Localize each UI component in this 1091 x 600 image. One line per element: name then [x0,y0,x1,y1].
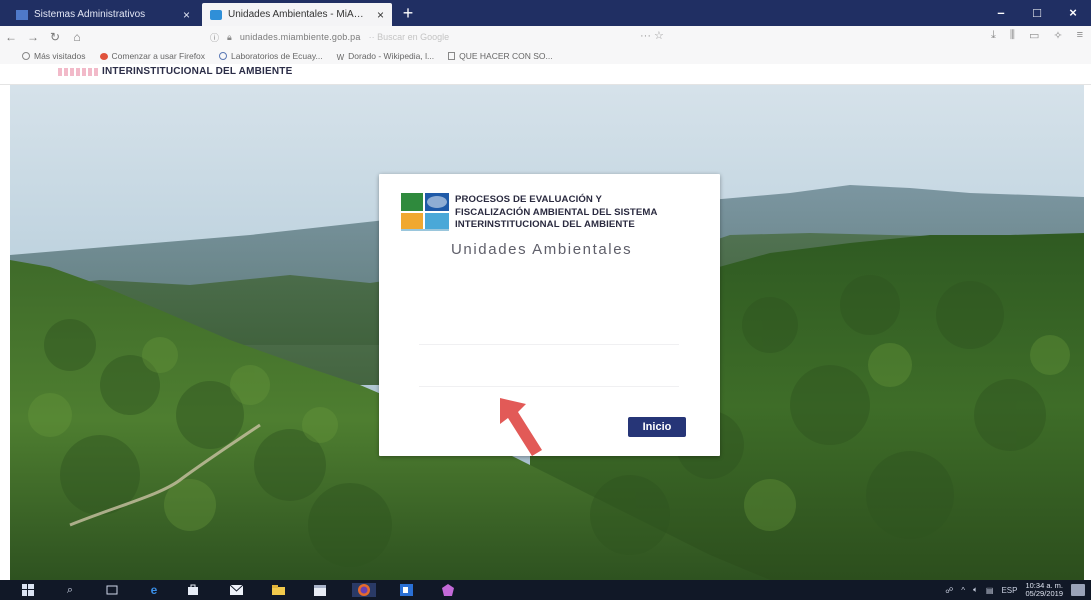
firefox-icon [99,52,108,60]
page-icon [16,9,28,20]
system-tray: ☍ ^ 🔈︎ ▤ ESP 10:34 a. m. 05/29/2019 [945,580,1091,600]
username-input[interactable] [419,344,679,345]
bookmarks-bar: Más visitados Comenzar a usar Firefox La… [0,48,1091,64]
minimize-button[interactable]: – [983,0,1019,26]
notification-icon[interactable] [1071,584,1085,596]
close-icon[interactable]: × [183,8,190,22]
bookmark-wikipedia[interactable]: W Dorado - Wikipedia, l... [336,51,435,62]
window-controls: – □ × [983,0,1091,26]
app-subtitle: Unidades Ambientales [451,241,633,258]
system-title-line1: PROCESOS DE EVALUACIÓN Y [455,194,603,205]
volume-icon[interactable]: 🔈︎ [973,585,978,595]
chevron-up-icon[interactable]: ^ [961,586,965,595]
download-icon[interactable]: ⤓ [991,29,996,42]
url-search-hint: ·· Buscar en Google [368,32,450,42]
url-actions: ··· ☆ [640,29,664,42]
site-header: INTERINSTITUCIONAL DEL AMBIENTE [0,64,1091,85]
bookmark-que-hacer[interactable]: QUE HACER CON SO... [448,51,553,61]
store-icon[interactable] [185,583,201,597]
clock[interactable]: 10:34 a. m. 05/29/2019 [1025,582,1063,598]
edge-icon[interactable]: e [146,583,162,597]
tab-sistemas-administrativos[interactable]: Sistemas Administrativos × [8,3,198,26]
browser-navbar: ← → ↻ ⌂ ⓘ 🔒︎ unidades.miambiente.gob.pa … [0,26,1091,48]
header-title: INTERINSTITUCIONAL DEL AMBIENTE [102,66,293,77]
url-bar[interactable]: ⓘ 🔒︎ unidades.miambiente.gob.pa ·· Busca… [210,29,770,45]
task-view-icon[interactable] [104,583,120,597]
firefox-taskbar-icon[interactable] [352,583,376,597]
bookmark-label: Laboratorios de Ecuay... [231,51,323,61]
forward-icon[interactable]: → [22,30,44,44]
bookmark-label: QUE HACER CON SO... [459,51,553,61]
bookmark-label: Dorado - Wikipedia, l... [348,51,435,61]
page-icon [210,9,222,20]
file-explorer-icon[interactable] [270,583,286,597]
bookmark-laboratorios[interactable]: Laboratorios de Ecuay... [219,51,323,61]
bookmark-mas-visitados[interactable]: Más visitados [22,51,86,61]
info-icon: ⓘ [210,32,220,43]
password-input[interactable] [419,386,679,387]
bookmark-comenzar-firefox[interactable]: Comenzar a usar Firefox [99,51,206,61]
page-icon [448,52,456,60]
system-title: PROCESOS DE EVALUACIÓN Y FISCALIZACIÓN A… [455,194,695,232]
library-icon[interactable]: ⫼ [1010,29,1015,42]
system-title-line2: FISCALIZACIÓN AMBIENTAL DEL SISTEMA [455,206,658,218]
bookmark-label: Comenzar a usar Firefox [111,51,206,61]
wikipedia-icon: W [336,52,345,62]
clock-date: 05/29/2019 [1025,589,1063,598]
windows-start-icon[interactable] [20,583,36,597]
inicio-button[interactable]: Inicio [628,417,686,437]
tab-unidades-ambientales[interactable]: Unidades Ambientales - MiAmbiente × [202,3,392,26]
globe-icon [219,52,228,60]
people-icon[interactable]: ☍ [945,586,953,595]
lock-icon: 🔒︎ [227,31,232,42]
back-icon[interactable]: ← [0,30,22,44]
close-icon[interactable]: × [377,8,384,22]
sidebar-icon[interactable]: ▭ [1029,29,1039,42]
menu-icon[interactable]: ≡ [1077,29,1083,42]
close-window-button[interactable]: × [1055,0,1091,26]
windows-taskbar: ⌕ e ☍ ^ 🔈︎ ▤ ESP 10:34 a. m. 05/29/2019 [0,580,1091,600]
home-icon[interactable]: ⌂ [66,30,88,44]
network-icon[interactable]: ▤ [986,586,994,595]
app-icon[interactable] [440,583,456,597]
system-title-line3: INTERINSTITUCIONAL DEL AMBIENTE [455,219,635,230]
language-indicator[interactable]: ESP [1001,586,1017,595]
calendar-icon[interactable] [312,583,328,597]
tab-label: Unidades Ambientales - MiAmbiente [228,9,371,20]
tab-label: Sistemas Administrativos [34,9,146,20]
outlook-icon[interactable] [398,583,414,597]
new-tab-button[interactable]: + [398,4,418,22]
mail-icon[interactable] [228,583,244,597]
miambiente-logo-icon [401,193,449,231]
header-logo [58,68,98,76]
toolbar-right: ⤓ ⫼ ▭ ✧ ≡ [991,29,1083,42]
url-text: unidades.miambiente.gob.pa [239,32,361,42]
red-arrow-annotation [500,398,542,456]
browser-tabstrip: Sistemas Administrativos × Unidades Ambi… [0,0,1091,26]
maximize-button[interactable]: □ [1019,0,1055,26]
page-actions-icon[interactable]: ··· ☆ [640,29,664,42]
gear-icon [22,52,30,60]
bookmark-label: Más visitados [34,51,86,61]
search-icon[interactable]: ⌕ [62,583,78,597]
extension-icon[interactable]: ✧ [1053,29,1062,42]
reload-icon[interactable]: ↻ [44,30,66,44]
